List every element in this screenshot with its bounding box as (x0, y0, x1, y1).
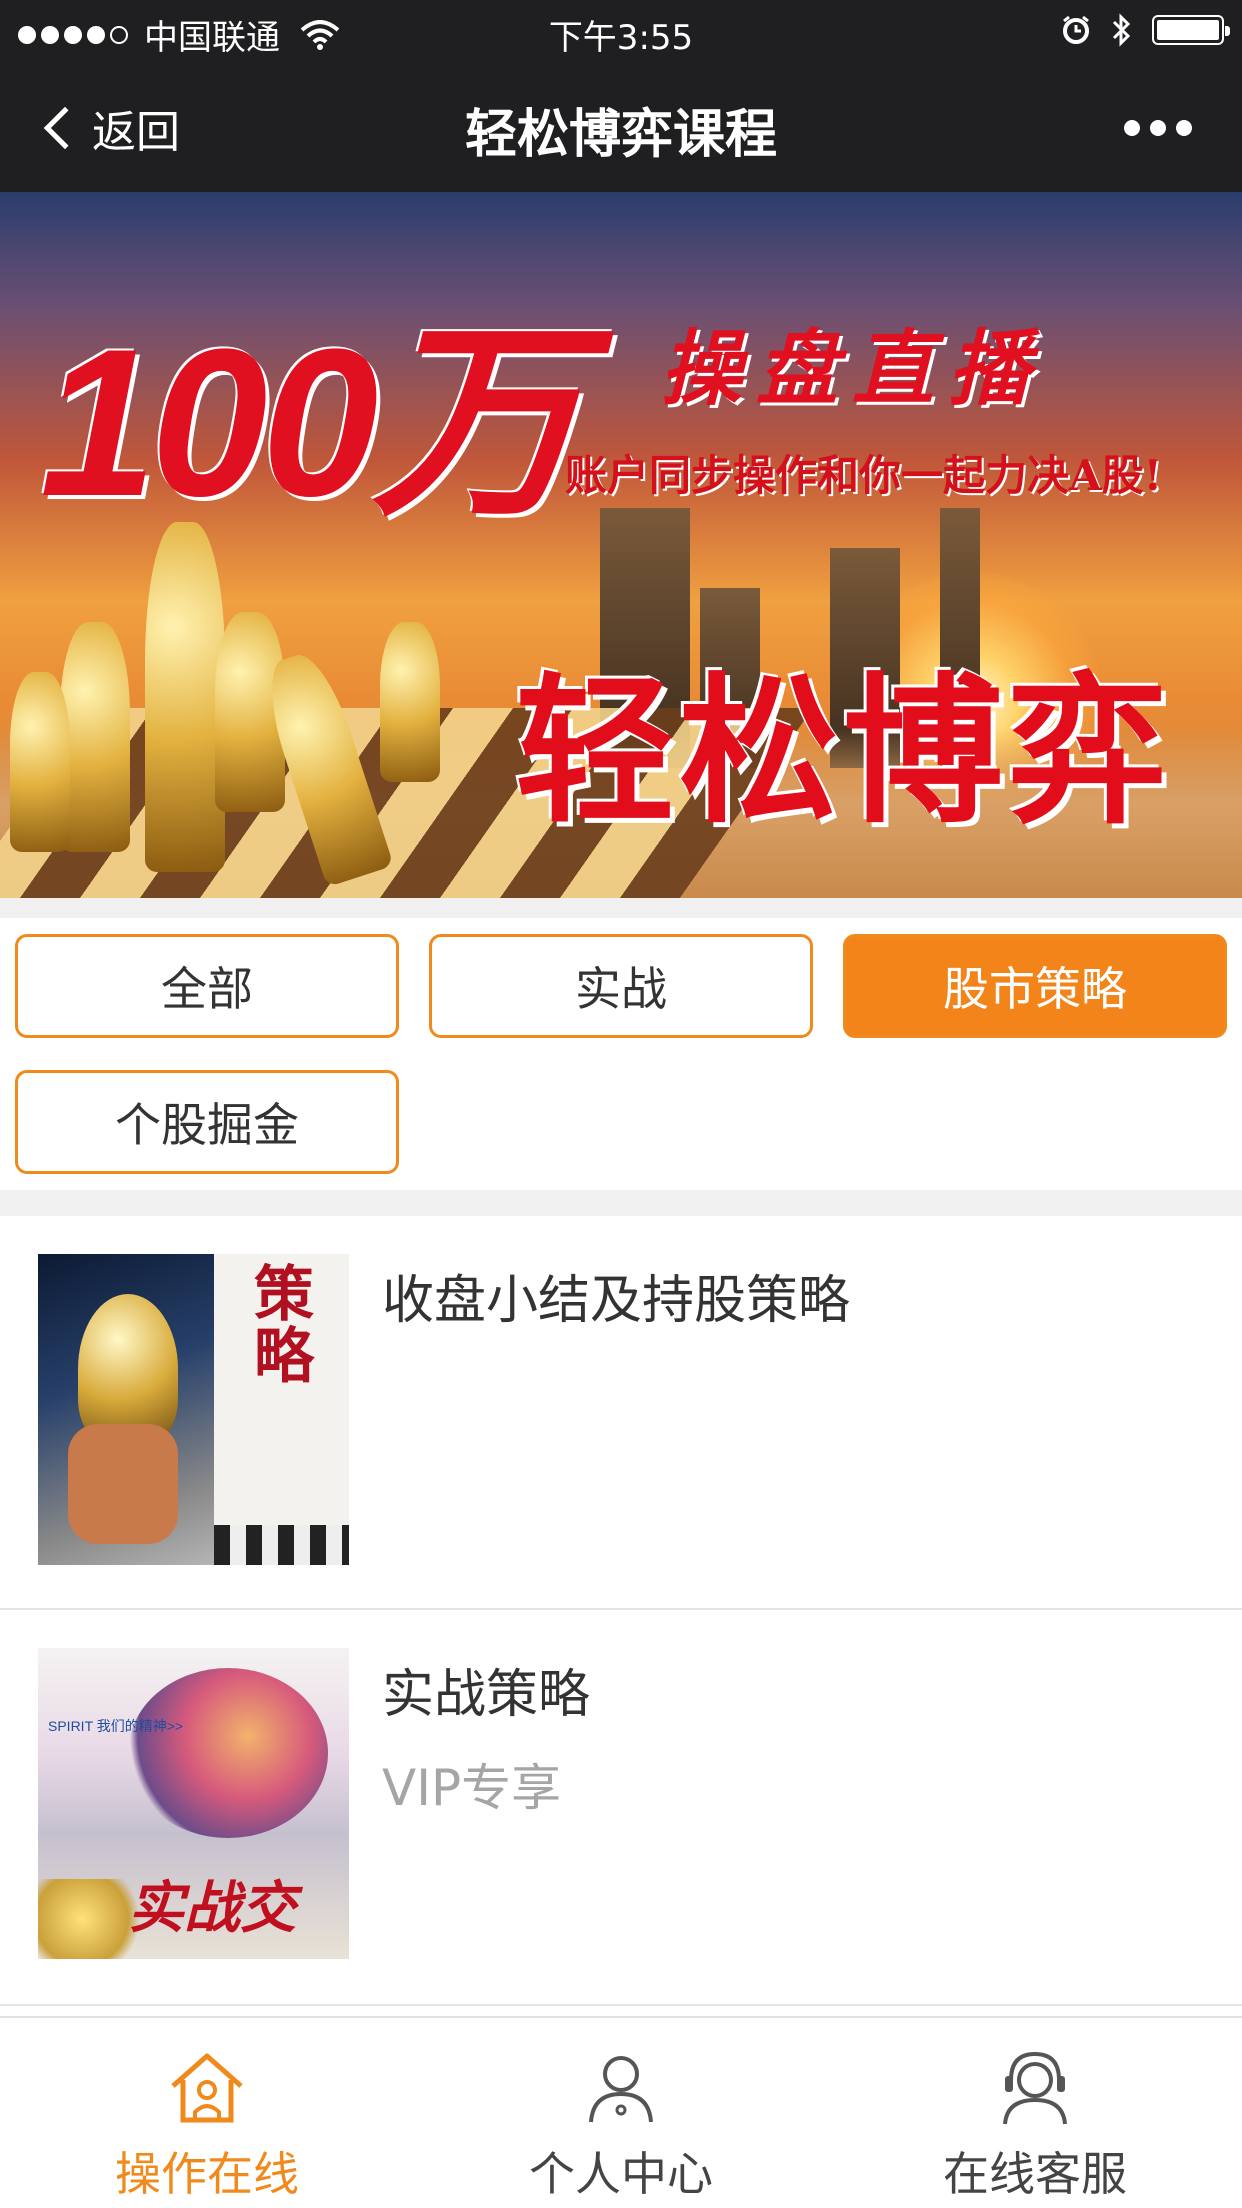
section-divider (0, 898, 1242, 918)
tab-label: 在线客服 (943, 2147, 1127, 2201)
chess-pawn-icon (60, 622, 130, 852)
chess-king-icon (145, 522, 225, 872)
course-badge: VIP专享 (382, 1759, 562, 1817)
promo-banner[interactable]: 100万 操盘直播 账户同步操作和你一起力决A股! 轻松博弈 (0, 192, 1242, 898)
bluetooth-icon (1112, 13, 1131, 47)
filter-market-strategy[interactable]: 股市策略 (843, 934, 1227, 1038)
category-filters: 全部 实战 股市策略 个股掘金 (0, 918, 1242, 1190)
thumb-caption: SPIRIT 我们的精神>> (48, 1718, 184, 1734)
course-title: 实战策略 (382, 1665, 591, 1725)
user-icon (589, 2056, 653, 2123)
more-dots-icon (1124, 120, 1140, 136)
thumb-text: 实战交易 (128, 1875, 296, 1959)
alarm-icon (1063, 15, 1089, 44)
home-icon (171, 2053, 243, 2123)
status-time: 下午3:55 (548, 18, 694, 58)
tab-personal-center[interactable]: 个人中心 (414, 2018, 828, 2208)
chess-knight-icon (380, 622, 440, 782)
banner-amount: 100万 (40, 305, 582, 540)
course-thumbnail: 策略 (38, 1254, 349, 1565)
tab-online-support[interactable]: 在线客服 (828, 2018, 1242, 2208)
tab-operate-online[interactable]: 操作在线 (0, 2018, 414, 2208)
course-title: 收盘小结及持股策略 (382, 1271, 851, 1331)
status-bar: 中国联通 下午3:55 (0, 0, 1242, 62)
bottom-tab-bar: 操作在线 个人中心 在线客服 (0, 2016, 1242, 2208)
ink-swirl (128, 1668, 328, 1838)
list-divider (0, 2004, 1242, 2006)
course-thumbnail: SPIRIT 我们的精神>> 实战交易 (38, 1648, 349, 1959)
banner-brand: 轻松博弈 (515, 658, 1172, 845)
chess-pawn-icon (10, 672, 70, 852)
nav-bar: 返回 轻松博弈课程 (0, 62, 1242, 192)
headset-icon (1003, 2051, 1067, 2125)
banner-live-text: 操盘直播 (660, 321, 1044, 417)
more-options-button[interactable] (1124, 120, 1192, 136)
thumb-text: 策略 (254, 1260, 314, 1392)
banner-slogan: 账户同步操作和你一起力决A股! (565, 451, 1163, 500)
filter-stock-picks[interactable]: 个股掘金 (15, 1070, 399, 1174)
chessboard (214, 1525, 349, 1565)
tab-label: 个人中心 (529, 2147, 713, 2201)
battery-icon (1152, 15, 1230, 45)
section-divider (0, 1190, 1242, 1216)
trophy-icon (78, 1294, 178, 1444)
filter-all[interactable]: 全部 (15, 934, 399, 1038)
page-title: 轻松博弈课程 (464, 105, 777, 165)
filter-practice[interactable]: 实战 (429, 934, 813, 1038)
course-item[interactable]: 策略 收盘小结及持股策略 (0, 1216, 1242, 1608)
tab-label: 操作在线 (115, 2147, 299, 2201)
status-right (1060, 12, 1230, 48)
course-item[interactable]: SPIRIT 我们的精神>> 实战交易 实战策略 VIP专享 (0, 1610, 1242, 2004)
